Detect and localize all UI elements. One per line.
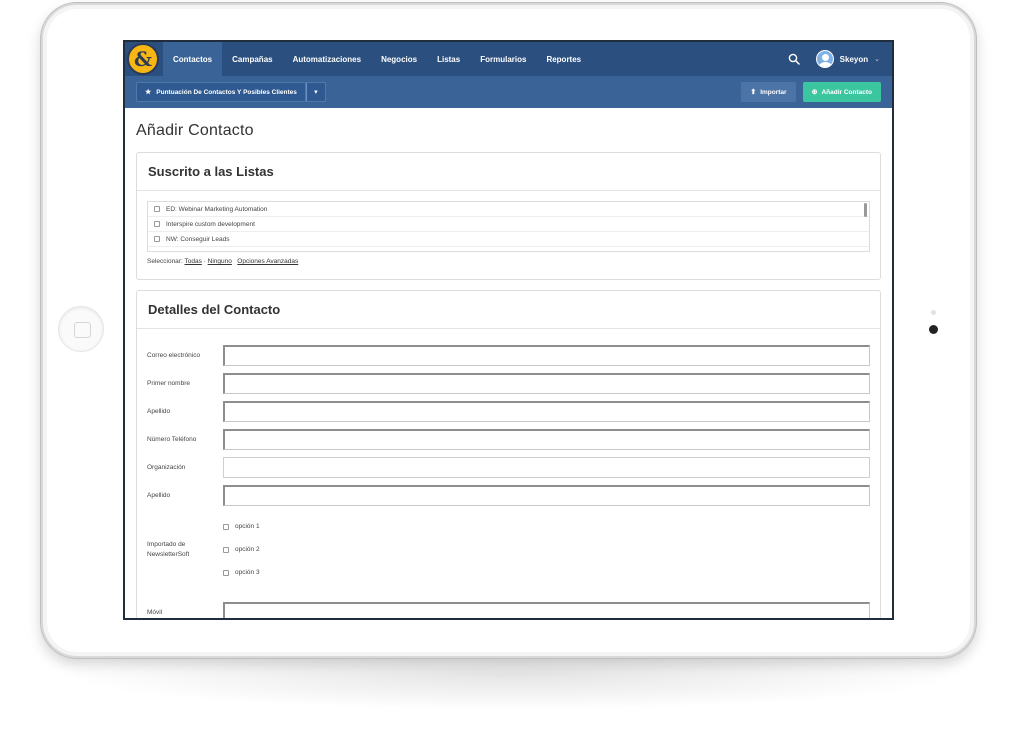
option-item[interactable]: opción 1: [223, 515, 260, 538]
field-row-mobile: Móvil: [147, 598, 870, 618]
star-icon: ★: [145, 89, 152, 96]
field-row-last-name-2: Apellido: [147, 481, 870, 509]
nav-item-automatizaciones[interactable]: Automatizaciones: [283, 42, 371, 76]
nav-item-formularios[interactable]: Formularios: [470, 42, 536, 76]
field-row-email: Correo electrónico: [147, 341, 870, 369]
list-box[interactable]: ED: Webinar Marketing Automation Intersp…: [147, 201, 870, 252]
search-icon[interactable]: [788, 53, 800, 65]
phone-label: Número Teléfono: [147, 435, 197, 443]
page-title: Añadir Contacto: [136, 122, 254, 139]
select-controls: Seleccionar: Todas · Ninguno Opciones Av…: [147, 258, 870, 265]
main-content: Añadir Contacto Suscrito a las Listas ED…: [125, 122, 892, 618]
mobile-label: Móvil: [147, 608, 163, 616]
lists-panel: Suscrito a las Listas ED: Webinar Market…: [136, 152, 881, 280]
home-button[interactable]: [58, 306, 104, 352]
list-item[interactable]: Interspire custom development: [148, 217, 869, 232]
advanced-options-link[interactable]: Opciones Avanzadas: [237, 258, 298, 265]
option-label: opción 2: [235, 546, 260, 553]
organization-label: Organización: [147, 463, 186, 471]
nav-item-contactos[interactable]: Contactos: [163, 42, 223, 76]
options-list: opción 1 opción 2 opción 3: [223, 515, 260, 584]
option-checkbox[interactable]: [223, 523, 229, 530]
sub-toolbar: ★ Puntuación De Contactos Y Posibles Cli…: [125, 76, 892, 108]
camera-dot: [929, 325, 938, 334]
lead-scoring-button[interactable]: ★ Puntuación De Contactos Y Posibles Cli…: [136, 82, 306, 102]
last-name-2-field[interactable]: [223, 484, 870, 506]
list-checkbox[interactable]: [154, 236, 160, 242]
sensor-dot: [931, 310, 936, 315]
list-item-label: ED: Webinar Marketing Automation: [166, 205, 268, 213]
nav-item-listas[interactable]: Listas: [427, 42, 470, 76]
nav-item-reportes[interactable]: Reportes: [536, 42, 591, 76]
caret-down-icon: ▾: [314, 89, 318, 96]
details-panel: Detalles del Contacto Correo electrónico…: [136, 290, 881, 618]
email-field[interactable]: [223, 344, 870, 366]
list-item-label: NW: Conseguir Leads: [166, 235, 230, 243]
option-label: opción 3: [235, 569, 260, 576]
field-row-organization: Organización: [147, 453, 870, 481]
first-name-label: Primer nombre: [147, 379, 190, 387]
list-checkbox[interactable]: [154, 206, 160, 212]
first-name-field[interactable]: [223, 372, 870, 394]
app-screen: & Contactos Campañas Automatizaciones Ne…: [123, 40, 894, 620]
import-label: Importar: [760, 88, 787, 96]
list-checkbox[interactable]: [154, 221, 160, 227]
last-name-label: Apellido: [147, 407, 171, 415]
upload-icon: ⬆: [750, 89, 757, 96]
option-item[interactable]: opción 3: [223, 561, 260, 584]
nav-menu: Contactos Campañas Automatizaciones Nego…: [163, 42, 591, 76]
option-item[interactable]: opción 2: [223, 538, 260, 561]
add-contact-label: Añadir Contacto: [821, 88, 872, 96]
nav-item-campanas[interactable]: Campañas: [222, 42, 282, 76]
select-prefix: Seleccionar:: [147, 258, 183, 265]
add-contact-button[interactable]: ⊕ Añadir Contacto: [802, 82, 881, 102]
plus-circle-icon: ⊕: [811, 89, 818, 96]
select-none-link[interactable]: Ninguno: [208, 258, 232, 265]
imported-label: Importado de NewsletterSoft: [147, 540, 190, 558]
list-item[interactable]: ED: Webinar Marketing Automation: [148, 202, 869, 217]
nav-right: Skeyon ⌄: [788, 42, 880, 76]
list-item-label: Interspire custom development: [166, 220, 255, 228]
option-checkbox[interactable]: [223, 546, 229, 553]
logo[interactable]: &: [127, 43, 159, 75]
organization-field[interactable]: [223, 456, 870, 478]
chevron-down-icon[interactable]: ⌄: [874, 55, 880, 63]
lead-scoring-label: Puntuación De Contactos Y Posibles Clien…: [156, 88, 297, 96]
select-all-link[interactable]: Todas: [184, 258, 201, 265]
mobile-field[interactable]: [223, 601, 870, 618]
details-panel-header: Detalles del Contacto: [137, 291, 880, 329]
imported-options-block: Importado de NewsletterSoft opción 1 opc…: [147, 515, 870, 584]
separator: ·: [203, 258, 206, 265]
nav-item-negocios[interactable]: Negocios: [371, 42, 427, 76]
details-panel-title: Detalles del Contacto: [148, 302, 281, 317]
option-checkbox[interactable]: [223, 569, 229, 576]
option-label: opción 1: [235, 523, 260, 530]
list-item[interactable]: NW: Conseguir Leads: [148, 232, 869, 247]
last-name-field[interactable]: [223, 400, 870, 422]
import-button[interactable]: ⬆ Importar: [741, 82, 796, 102]
lists-panel-title: Suscrito a las Listas: [148, 164, 274, 179]
details-panel-body: Correo electrónico Primer nombre Apellid…: [137, 329, 880, 618]
field-row-last-name: Apellido: [147, 397, 870, 425]
user-name[interactable]: Skeyon: [840, 55, 868, 64]
lists-panel-body: ED: Webinar Marketing Automation Intersp…: [137, 191, 880, 279]
lists-panel-header: Suscrito a las Listas: [137, 153, 880, 191]
field-row-first-name: Primer nombre: [147, 369, 870, 397]
list-scrollbar[interactable]: [864, 203, 867, 217]
email-label: Correo electrónico: [147, 351, 201, 359]
last-name-2-label: Apellido: [147, 491, 171, 499]
field-row-phone: Número Teléfono: [147, 425, 870, 453]
toolbar-actions: ⬆ Importar ⊕ Añadir Contacto: [741, 82, 881, 102]
top-navigation: & Contactos Campañas Automatizaciones Ne…: [125, 42, 892, 76]
lead-scoring-dropdown[interactable]: ▾: [305, 82, 326, 102]
avatar[interactable]: [815, 50, 834, 68]
phone-field[interactable]: [223, 428, 870, 450]
